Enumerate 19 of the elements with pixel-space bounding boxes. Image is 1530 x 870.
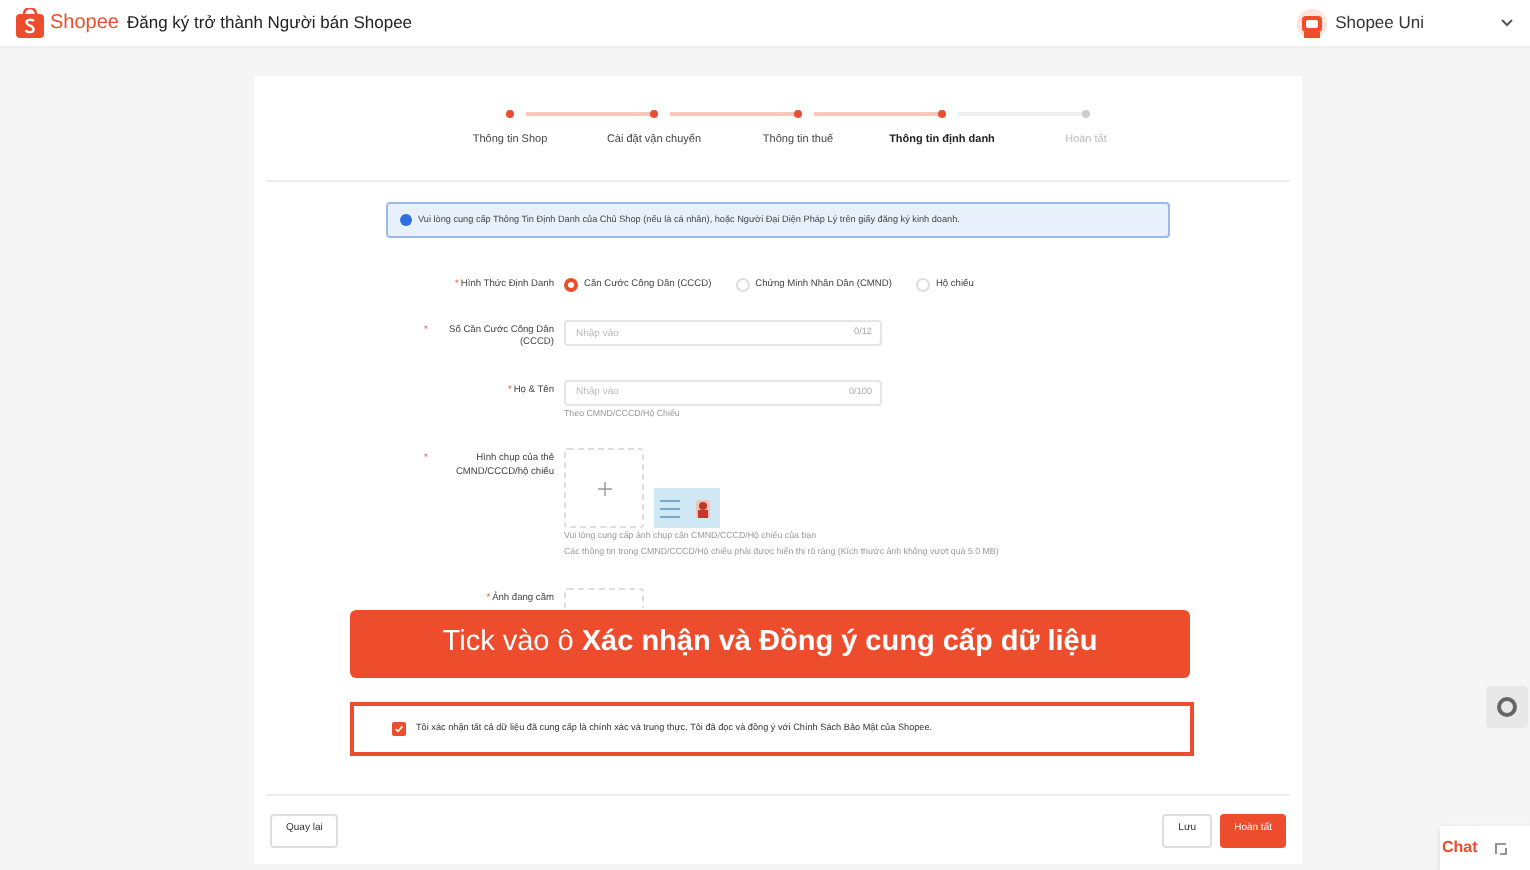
- id-card-sample-icon: [654, 488, 720, 529]
- chat-widget[interactable]: Chat: [1440, 826, 1530, 870]
- expand-icon[interactable]: [1493, 841, 1508, 855]
- chevron-down-icon[interactable]: [1500, 18, 1514, 28]
- checked-checkbox[interactable]: [392, 722, 406, 736]
- shopping-bag-logo-icon: [16, 8, 44, 38]
- chat-label[interactable]: Chat: [1442, 836, 1478, 860]
- radio-button[interactable]: [915, 278, 930, 293]
- brand-name: Shopee: [50, 10, 119, 38]
- info-icon: [400, 214, 412, 226]
- page-title: Đăng ký trở thành Người bán Shopee: [126, 10, 413, 36]
- lifebuoy-icon: [1496, 696, 1518, 718]
- support-button[interactable]: [1486, 686, 1528, 728]
- radio-button[interactable]: [735, 278, 750, 293]
- plus-icon: [597, 481, 611, 496]
- selected-radio-button[interactable]: [564, 278, 578, 293]
- banner-text: Tick vào ô Xác nhận và Đồng ý cung cấp dữ liệu: [442, 624, 1098, 663]
- robot-avatar-icon: [1293, 7, 1330, 39]
- account-name[interactable]: Shopee Uni: [1335, 10, 1424, 36]
